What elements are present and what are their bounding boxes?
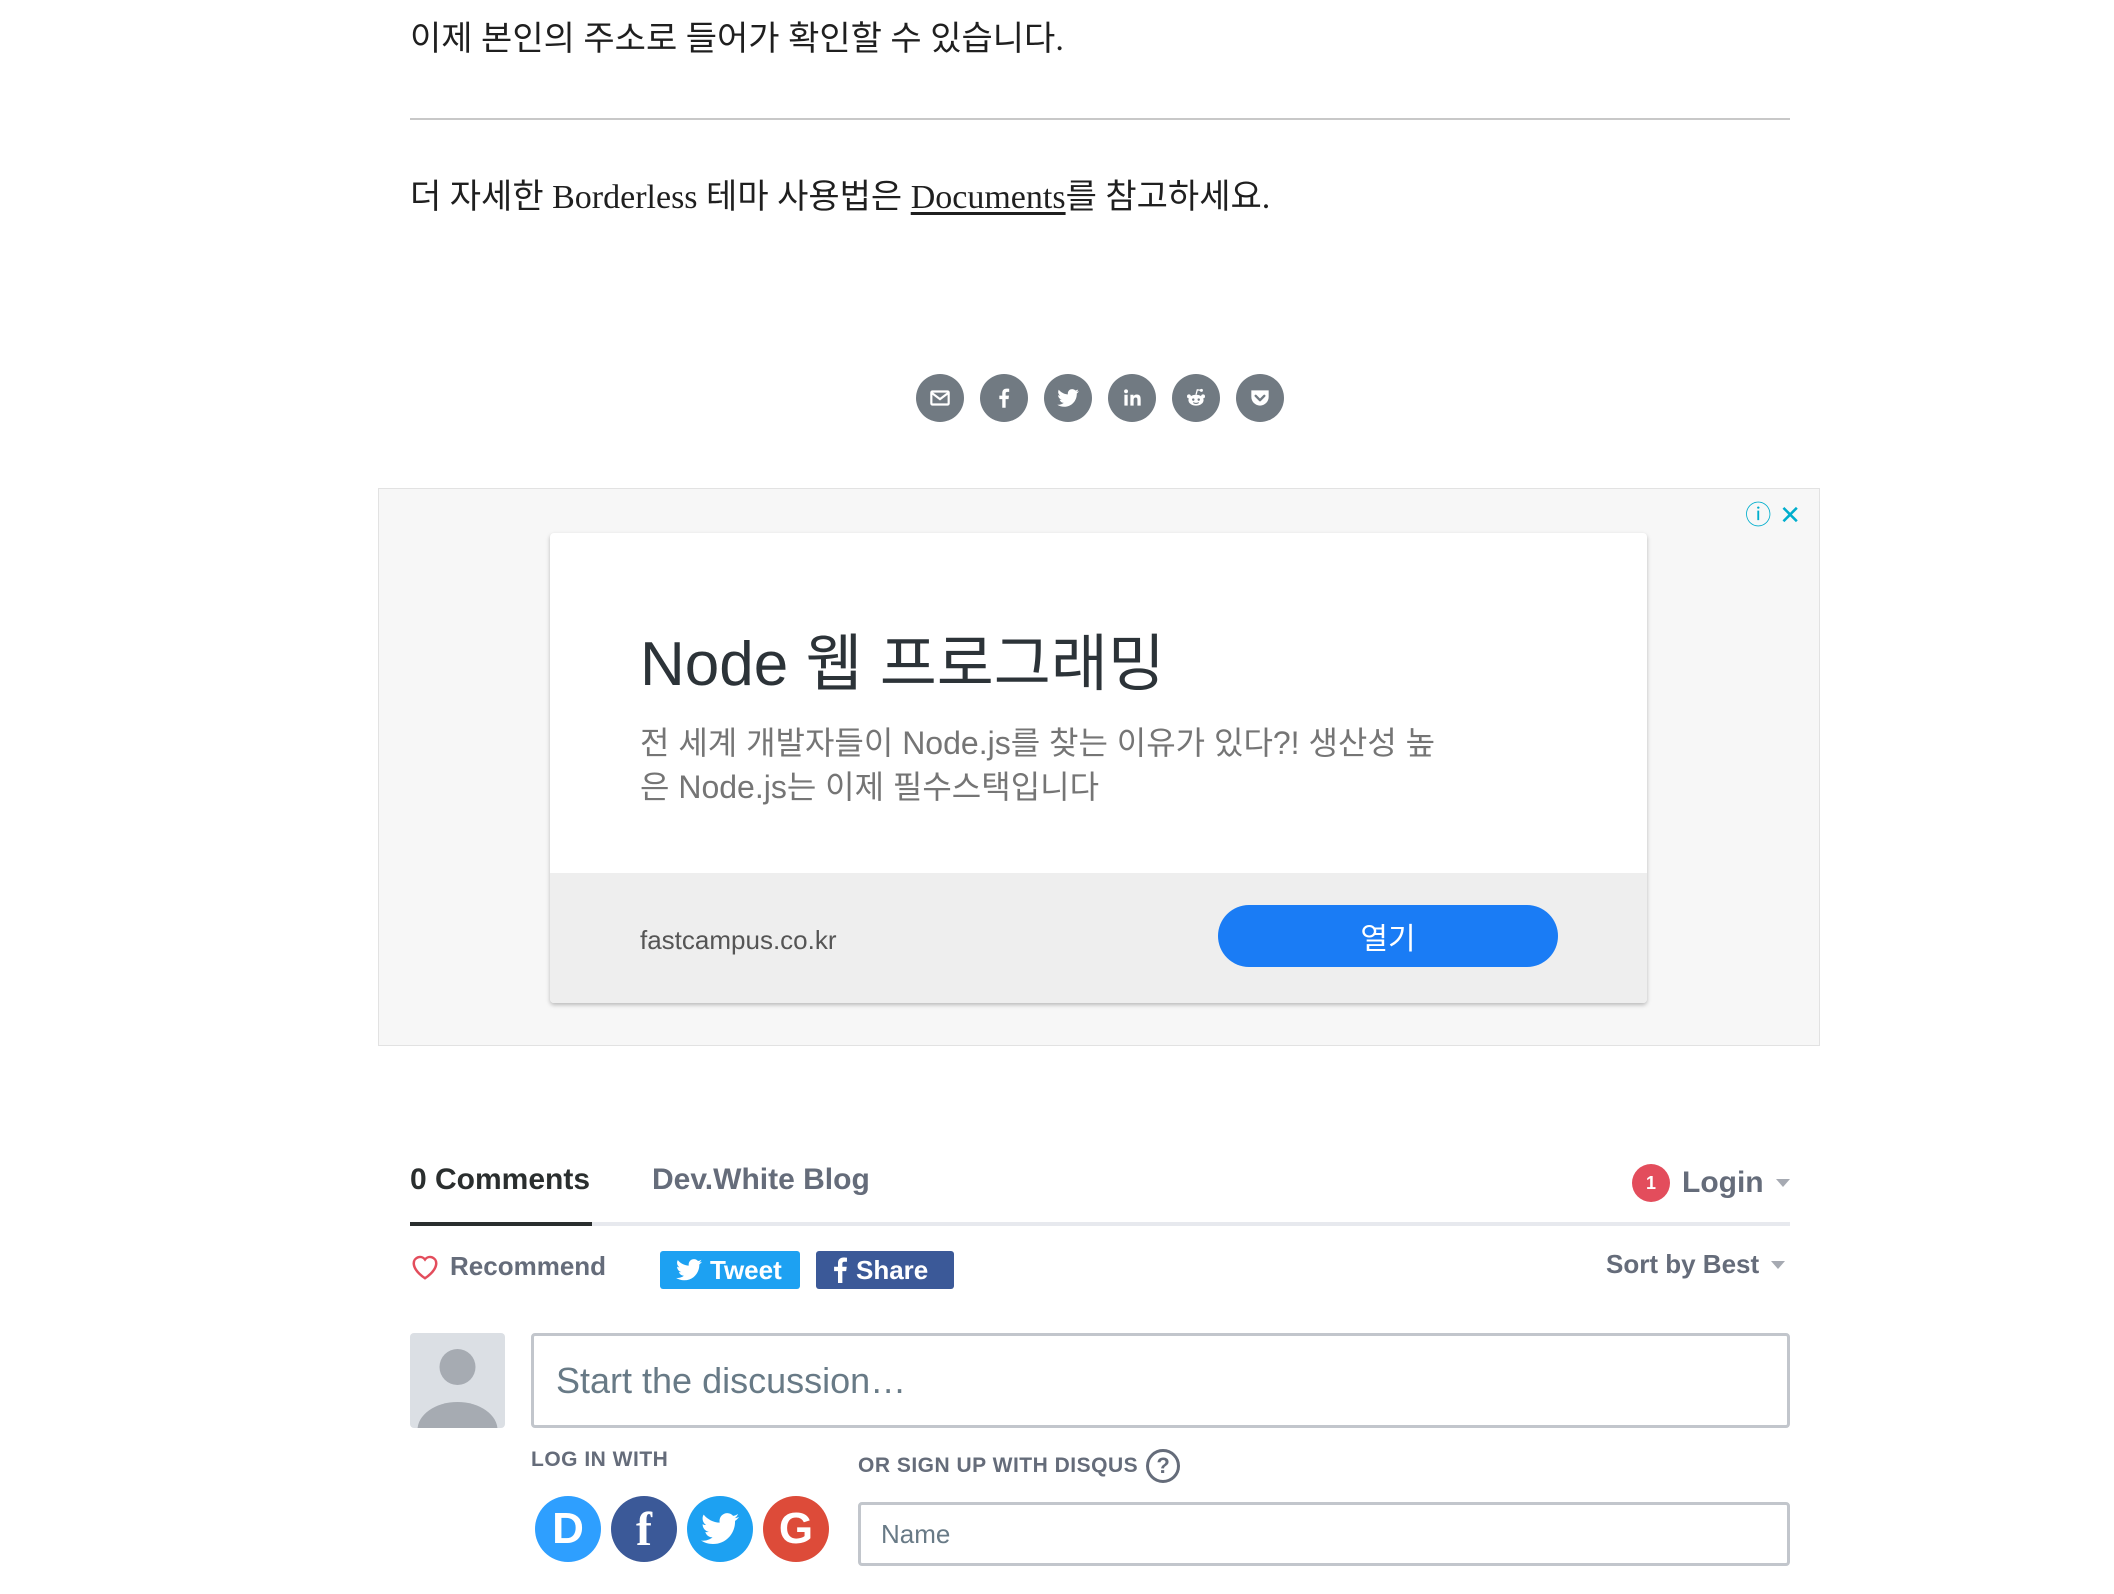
facebook-login-icon[interactable]: f (611, 1496, 677, 1562)
tab-blog-label: Dev.White Blog (652, 1163, 870, 1196)
twitter-icon[interactable] (1044, 374, 1092, 422)
google-login-icon[interactable]: G (763, 1496, 829, 1562)
signup-row: OR SIGN UP WITH DISQUS ? (858, 1449, 1181, 1483)
tab-comments-label: 0 Comments (410, 1163, 591, 1196)
heart-icon (412, 1255, 438, 1280)
close-icon[interactable]: ✕ (1779, 501, 1801, 529)
twitter-icon (676, 1259, 702, 1281)
ad-domain: fastcampus.co.kr (640, 925, 837, 955)
disqus-letter: D (552, 1504, 584, 1553)
tab-comments[interactable]: 0 Comments (410, 1163, 590, 1197)
help-icon[interactable]: ? (1146, 1449, 1181, 1483)
facebook-share-button[interactable]: Share (816, 1251, 954, 1289)
sort-dropdown[interactable]: Sort by Best (1606, 1249, 1786, 1280)
facebook-icon (834, 1257, 847, 1283)
avatar (410, 1333, 505, 1428)
twitter-login-icon[interactable] (687, 1496, 753, 1562)
facebook-letter: f (636, 1502, 652, 1556)
user-icon (417, 1349, 498, 1428)
chevron-down-icon (1775, 1179, 1790, 1187)
login-menu[interactable]: 1 Login (1632, 1164, 1790, 1202)
article-text: 이제 본인의 주소로 들어가 확인할 수 있습니다. (410, 21, 1064, 58)
chevron-down-icon (1771, 1260, 1786, 1269)
article-text: 더 자세한 Borderless 테마 사용법은 (410, 179, 911, 216)
recommend-button[interactable]: Recommend (410, 1251, 606, 1282)
article-paragraph-2: 더 자세한 Borderless 테마 사용법은 Documents를 참고하세… (410, 178, 1270, 218)
pocket-icon[interactable] (1236, 374, 1284, 422)
info-icon[interactable]: ⓘ (1745, 501, 1771, 529)
article-paragraph-1: 이제 본인의 주소로 들어가 확인할 수 있습니다. (410, 20, 1064, 60)
ad-title[interactable]: Node 웹 프로그래밍 (640, 613, 1165, 703)
reddit-icon[interactable] (1172, 374, 1220, 422)
tweet-button[interactable]: Tweet (660, 1251, 800, 1289)
login-with-label: LOG IN WITH (531, 1448, 669, 1471)
login-label[interactable]: Login (1682, 1166, 1764, 1200)
twitter-bird-icon (701, 1513, 739, 1545)
ad-controls: ⓘ ✕ (1745, 501, 1801, 529)
recommend-label: Recommend (450, 1251, 607, 1281)
share-buttons (916, 374, 1284, 422)
documents-link[interactable]: Documents (911, 179, 1066, 216)
disqus-login-icon[interactable]: D (535, 1496, 601, 1562)
social-login-row: D f G (535, 1496, 829, 1562)
facebook-icon[interactable] (980, 374, 1028, 422)
tweet-label: Tweet (710, 1254, 782, 1285)
ad-open-button[interactable]: 열기 (1218, 905, 1558, 967)
sort-label: Sort by Best (1606, 1249, 1760, 1279)
active-tab-indicator (410, 1222, 592, 1226)
linkedin-icon[interactable] (1108, 374, 1156, 422)
google-letter: G (778, 1504, 814, 1553)
ad-card[interactable]: Node 웹 프로그래밍 전 세계 개발자들이 Node.js를 찾는 이유가 … (550, 533, 1647, 1003)
ad-footer: fastcampus.co.kr 열기 (550, 873, 1647, 1003)
name-field[interactable]: Name (858, 1502, 1790, 1566)
tabs-divider (410, 1222, 1790, 1226)
divider (410, 118, 1790, 120)
mail-icon[interactable] (916, 374, 964, 422)
share-label: Share (856, 1254, 929, 1285)
article-text: 를 참고하세요. (1065, 179, 1271, 216)
ad-description: 전 세계 개발자들이 Node.js를 찾는 이유가 있다?! 생산성 높은 N… (640, 725, 1436, 805)
discussion-input[interactable]: Start the discussion… (531, 1333, 1790, 1428)
tab-blog[interactable]: Dev.White Blog (652, 1163, 870, 1197)
name-placeholder: Name (881, 1518, 951, 1549)
signup-label: OR SIGN UP WITH DISQUS (858, 1454, 1139, 1477)
notification-badge[interactable]: 1 (1632, 1164, 1670, 1202)
discussion-placeholder: Start the discussion… (556, 1359, 907, 1401)
